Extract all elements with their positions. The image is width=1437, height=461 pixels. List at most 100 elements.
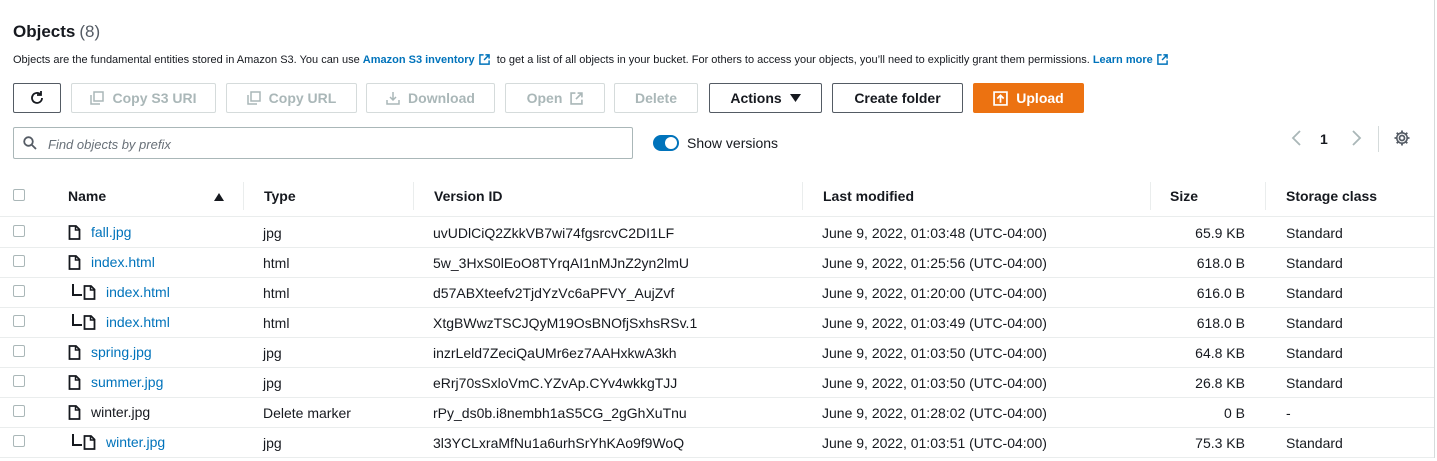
type-cell: Delete marker [263,405,351,421]
copy-s3-uri-button[interactable]: Copy S3 URI [71,83,216,113]
current-page[interactable]: 1 [1320,131,1328,147]
actions-dropdown[interactable]: Actions [709,83,822,113]
external-link-icon [478,54,490,65]
row-checkbox[interactable] [13,255,25,267]
column-header-storage-class[interactable]: Storage class [1286,188,1377,204]
file-icon [68,224,81,240]
column-header-version-id[interactable]: Version ID [434,188,502,204]
object-count: (8) [79,22,101,41]
size-cell: 26.8 KB [1195,375,1245,391]
table-row[interactable]: index.html html 5w_3HxS0lEoO8TYrqAI1nMJnZ2… [0,247,1434,278]
show-versions-toggle[interactable] [653,135,679,151]
version-id-cell: rPy_ds0b.i8nembh1aS5CG_2gGhXuTnu [433,405,687,421]
storage-class-cell: Standard [1286,345,1343,361]
delete-button[interactable]: Delete [614,83,698,113]
row-checkbox[interactable] [13,315,25,327]
last-modified-cell: June 9, 2022, 01:03:49 (UTC-04:00) [822,315,1047,331]
row-checkbox[interactable] [13,225,25,237]
refresh-button[interactable] [13,83,61,113]
version-tree-icon [72,284,82,296]
column-header-type[interactable]: Type [264,188,296,204]
learn-more-link[interactable]: Learn more [1093,54,1153,66]
create-folder-label: Create folder [854,90,941,106]
table-row[interactable]: summer.jpg jpg eRrj70sSxloVmC.YZvAp.CYv4wk… [0,367,1434,398]
open-button[interactable]: Open [505,83,605,113]
version-tree-icon [72,314,82,326]
name-cell: winter.jpg [68,404,150,420]
version-id-cell: d57ABXteefv2TjdYzVc6aPFVY_AujZvf [433,285,675,301]
table-row[interactable]: fall.jpg jpg uvUDlCiQ2ZkkVB7wi74fgsrcvC2DI… [0,217,1434,248]
column-header-name[interactable]: Name [68,188,106,204]
copy-icon [90,91,105,105]
create-folder-button[interactable]: Create folder [832,83,963,113]
upload-button[interactable]: Upload [973,83,1084,113]
search-box [13,127,633,159]
object-name-link[interactable]: index.html [106,314,170,330]
version-id-cell: uvUDlCiQ2ZkkVB7wi74fgsrcvC2DI1LF [433,225,675,241]
table-row[interactable]: spring.jpg jpg inzrLeld7ZeciQaUMr6ez7AAHxk… [0,337,1434,368]
row-checkbox[interactable] [13,435,25,447]
storage-class-cell: Standard [1286,435,1343,451]
download-icon [386,92,400,105]
name-cell: summer.jpg [68,374,163,390]
column-header-last-modified[interactable]: Last modified [823,188,914,204]
table-row[interactable]: index.html html XtgBWwzTSCJQyM19OsBNOfjSxh… [0,307,1434,338]
last-modified-cell: June 9, 2022, 01:28:02 (UTC-04:00) [822,405,1047,421]
sort-ascending-icon[interactable] [214,193,224,201]
column-header-size[interactable]: Size [1170,188,1198,204]
column-divider[interactable] [243,182,244,210]
table-row[interactable]: index.html html d57ABXteefv2TjdYzVc6aPFVY_… [0,277,1434,308]
row-checkbox[interactable] [13,285,25,297]
divider [1378,126,1379,152]
type-cell: jpg [263,225,282,241]
row-checkbox[interactable] [13,405,25,417]
object-name-link[interactable]: summer.jpg [91,374,163,390]
table-row[interactable]: winter.jpg jpg 3l3YCLxraMfNu1a6urhSrYhKAo9… [0,427,1434,458]
name-cell: index.html [72,284,170,300]
version-id-cell: 3l3YCLxraMfNu1a6urhSrYhKAo9f9WoQ [433,435,685,451]
object-name-link[interactable]: winter.jpg [106,434,165,450]
object-name-link[interactable]: spring.jpg [91,344,152,360]
search-input[interactable] [46,133,620,155]
objects-panel: Objects (8) Objects are the fundamental e… [0,0,1435,458]
storage-class-cell: - [1286,405,1291,421]
copy-url-button[interactable]: Copy URL [226,83,357,113]
storage-class-cell: Standard [1286,285,1343,301]
download-button[interactable]: Download [366,83,495,113]
upload-label: Upload [1016,90,1064,106]
storage-class-cell: Standard [1286,375,1343,391]
version-id-cell: 5w_3HxS0lEoO8TYrqAI1nMJnZ2yn2lmU [433,255,689,271]
size-cell: 64.8 KB [1195,345,1245,361]
name-cell: index.html [68,254,155,270]
name-cell: winter.jpg [72,434,165,450]
object-name-link[interactable]: index.html [91,254,155,270]
open-label: Open [526,90,563,106]
column-divider[interactable] [413,182,414,210]
file-icon [68,374,81,390]
show-versions-label: Show versions [687,135,779,151]
version-id-cell: inzrLeld7ZeciQaUMr6ez7AAHxkwA3kh [433,345,677,361]
gear-icon[interactable] [1393,129,1411,147]
size-cell: 0 B [1223,405,1245,421]
table-row[interactable]: winter.jpg Delete marker rPy_ds0b.i8nembh1… [0,397,1434,428]
row-checkbox[interactable] [13,345,25,357]
column-divider[interactable] [1265,182,1266,210]
description: Objects are the fundamental entities sto… [13,54,1172,66]
chevron-right-icon[interactable] [1349,128,1363,148]
type-cell: html [263,255,290,271]
object-name: winter.jpg [91,404,151,420]
file-icon [68,404,81,420]
object-name-link[interactable]: fall.jpg [91,224,131,240]
size-cell: 75.3 KB [1195,435,1245,451]
s3-inventory-link[interactable]: Amazon S3 inventory [363,54,475,66]
select-all-checkbox[interactable] [13,189,25,201]
size-cell: 616.0 B [1196,285,1245,301]
chevron-left-icon[interactable] [1290,128,1304,148]
row-checkbox[interactable] [13,375,25,387]
file-icon [83,434,96,450]
object-name-link[interactable]: index.html [106,284,170,300]
column-divider[interactable] [802,182,803,210]
actions-label: Actions [730,90,782,106]
column-divider[interactable] [1150,182,1151,210]
size-cell: 618.0 B [1196,255,1245,271]
